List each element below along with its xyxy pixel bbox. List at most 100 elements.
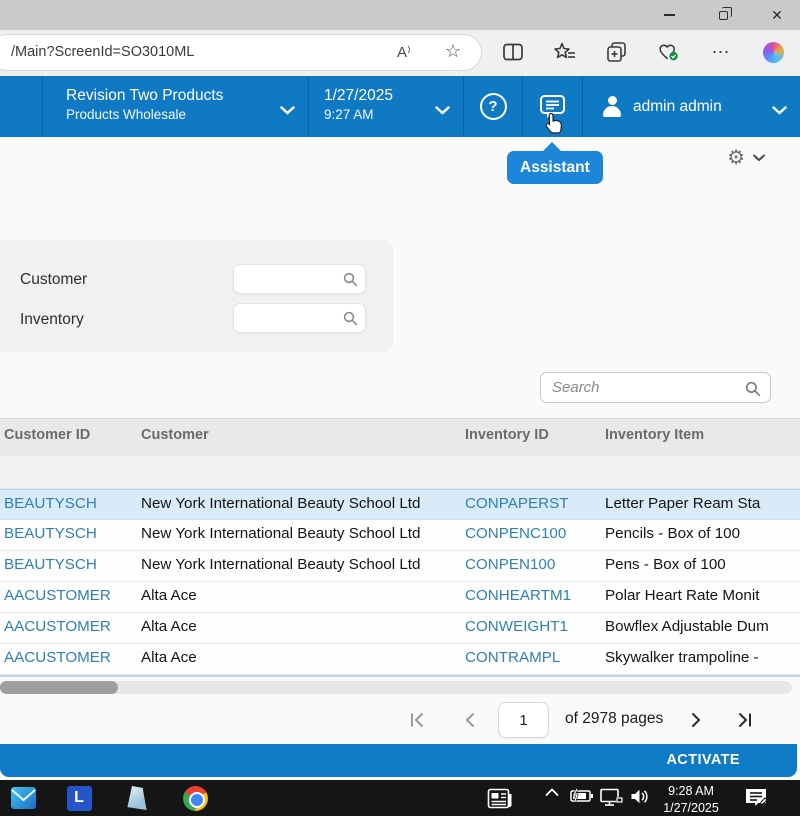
page-number-input[interactable] <box>499 703 548 737</box>
search-icon[interactable] <box>343 311 358 331</box>
customer-cell: Alta Ace <box>141 587 461 604</box>
split-screen-icon[interactable] <box>502 41 524 63</box>
inventory-filter-field <box>233 303 366 333</box>
battery-tray-icon[interactable] <box>570 788 594 803</box>
table-row[interactable]: AACUSTOMER Alta Ace CONTRAMPL Skywalker … <box>0 644 800 675</box>
notepad-app-icon[interactable] <box>124 785 150 811</box>
table-row[interactable]: AACUSTOMER Alta Ace CONHEARTM1 Polar Hea… <box>0 582 800 613</box>
horizontal-scrollbar[interactable] <box>0 681 792 694</box>
address-bar[interactable]: /Main?ScreenId=SO3010ML A⁾ ☆ <box>0 34 482 71</box>
tenant-selector[interactable]: Revision Two Products Products Wholesale <box>43 76 309 137</box>
search-icon[interactable] <box>343 272 358 292</box>
grid-search-field <box>540 372 771 403</box>
column-header-customer-id[interactable]: Customer ID <box>4 427 90 443</box>
grid-body: BEAUTYSCH New York International Beauty … <box>0 489 800 675</box>
customer-filter-input[interactable] <box>242 266 337 292</box>
copilot-logo <box>763 42 784 63</box>
scrollbar-thumb[interactable] <box>0 681 118 694</box>
windows-taskbar: L 9:28 AM 1/27/2025 <box>0 780 800 816</box>
url-text[interactable]: /Main?ScreenId=SO3010ML <box>11 44 194 60</box>
customer-cell: New York International Beauty School Ltd <box>141 525 461 542</box>
mail-app-icon[interactable] <box>10 785 36 811</box>
browser-essentials-icon[interactable] <box>658 41 680 63</box>
restore-button[interactable] <box>716 8 730 22</box>
minimize-icon <box>664 14 675 16</box>
inventory-id-link[interactable]: CONHEARTM1 <box>465 587 601 604</box>
restore-icon <box>719 11 728 20</box>
favorites-list-icon[interactable] <box>554 41 576 63</box>
user-name: admin admin <box>633 98 722 116</box>
column-header-customer[interactable]: Customer <box>141 427 209 443</box>
customer-id-link[interactable]: AACUSTOMER <box>4 587 136 604</box>
help-icon: ? <box>480 93 507 120</box>
assistant-tooltip-label: Assistant <box>520 159 590 176</box>
taskbar-clock[interactable]: 9:28 AM 1/27/2025 <box>655 784 727 816</box>
search-icon[interactable] <box>745 381 761 402</box>
collections-icon[interactable] <box>606 41 628 63</box>
user-avatar-icon <box>601 96 623 117</box>
column-header-inventory-id[interactable]: Inventory ID <box>465 427 549 443</box>
minimize-button[interactable] <box>662 8 676 22</box>
screen: ✕ /Main?ScreenId=SO3010ML A⁾ ☆ ⋯ <box>0 0 800 816</box>
business-date-selector[interactable]: 1/27/2025 9:27 AM <box>309 76 464 137</box>
grid-search-input[interactable] <box>552 375 732 400</box>
table-row[interactable]: BEAUTYSCH New York International Beauty … <box>0 520 800 551</box>
page-count-label: of 2978 pages <box>565 710 663 728</box>
inventory-id-link[interactable]: CONTRAMPL <box>465 649 601 666</box>
column-header-inventory-item[interactable]: Inventory Item <box>605 427 704 443</box>
tray-expand-chevron-icon[interactable] <box>545 788 559 797</box>
customer-cell: Alta Ace <box>141 618 461 635</box>
browser-toolbar: /Main?ScreenId=SO3010ML A⁾ ☆ ⋯ <box>0 30 800 76</box>
customer-id-link[interactable]: BEAUTYSCH <box>4 525 136 542</box>
inventory-item-cell: Pens - Box of 100 <box>605 556 798 573</box>
table-row[interactable]: BEAUTYSCH New York International Beauty … <box>0 551 800 582</box>
table-row[interactable]: AACUSTOMER Alta Ace CONWEIGHT1 Bowflex A… <box>0 613 800 644</box>
favorite-star-icon[interactable]: ☆ <box>445 41 461 62</box>
last-page-button[interactable] <box>732 708 756 732</box>
inventory-id-link[interactable]: CONPEN100 <box>465 556 601 573</box>
l-app-icon[interactable]: L <box>66 785 92 811</box>
more-menu-icon[interactable]: ⋯ <box>710 41 732 63</box>
chevron-down-icon <box>772 102 787 120</box>
chevron-down-icon[interactable] <box>753 154 765 162</box>
customer-id-link[interactable]: BEAUTYSCH <box>4 495 136 512</box>
next-page-button[interactable] <box>684 708 708 732</box>
table-row[interactable]: BEAUTYSCH New York International Beauty … <box>0 489 800 520</box>
help-button[interactable]: ? <box>464 76 523 137</box>
inventory-item-cell: Skywalker trampoline - <box>605 649 798 666</box>
inventory-id-link[interactable]: CONWEIGHT1 <box>465 618 601 635</box>
prev-page-button[interactable] <box>458 708 482 732</box>
inventory-id-link[interactable]: CONPAPERST <box>465 495 601 512</box>
customer-cell: New York International Beauty School Ltd <box>141 556 461 573</box>
taskbar-date: 1/27/2025 <box>655 801 727 816</box>
inventory-id-link[interactable]: CONPENC100 <box>465 525 601 542</box>
action-center-icon[interactable] <box>744 786 768 810</box>
screen-settings[interactable]: ⚙ <box>727 148 765 168</box>
customer-id-link[interactable]: AACUSTOMER <box>4 649 136 666</box>
customer-filter-field <box>233 264 366 294</box>
volume-tray-icon[interactable] <box>630 788 650 805</box>
customer-filter-label: Customer <box>20 271 87 289</box>
grid-header: Customer ID Customer Inventory ID Invent… <box>0 418 800 456</box>
assistant-tooltip: Assistant <box>507 151 603 184</box>
company-name: Revision Two Products <box>66 86 308 106</box>
close-button[interactable]: ✕ <box>770 8 784 22</box>
read-aloud-icon[interactable]: A⁾ <box>397 43 411 61</box>
network-tray-icon[interactable] <box>599 788 623 806</box>
customer-id-link[interactable]: BEAUTYSCH <box>4 556 136 573</box>
user-menu[interactable]: admin admin <box>583 76 800 137</box>
news-tray-icon[interactable] <box>487 788 513 809</box>
browser-titlebar: ✕ <box>0 0 800 30</box>
first-page-button[interactable] <box>406 708 430 732</box>
grid-header-subrow <box>0 456 800 489</box>
close-icon: ✕ <box>771 7 783 24</box>
copilot-icon[interactable] <box>762 41 784 63</box>
inventory-filter-label: Inventory <box>20 311 84 329</box>
customer-cell: Alta Ace <box>141 649 461 666</box>
chrome-app-icon[interactable] <box>182 785 208 811</box>
inventory-item-cell: Polar Heart Rate Monit <box>605 587 798 604</box>
inventory-filter-input[interactable] <box>242 305 337 331</box>
gear-icon[interactable]: ⚙ <box>727 148 745 168</box>
customer-id-link[interactable]: AACUSTOMER <box>4 618 136 635</box>
activate-button[interactable]: ACTIVATE <box>666 744 740 777</box>
